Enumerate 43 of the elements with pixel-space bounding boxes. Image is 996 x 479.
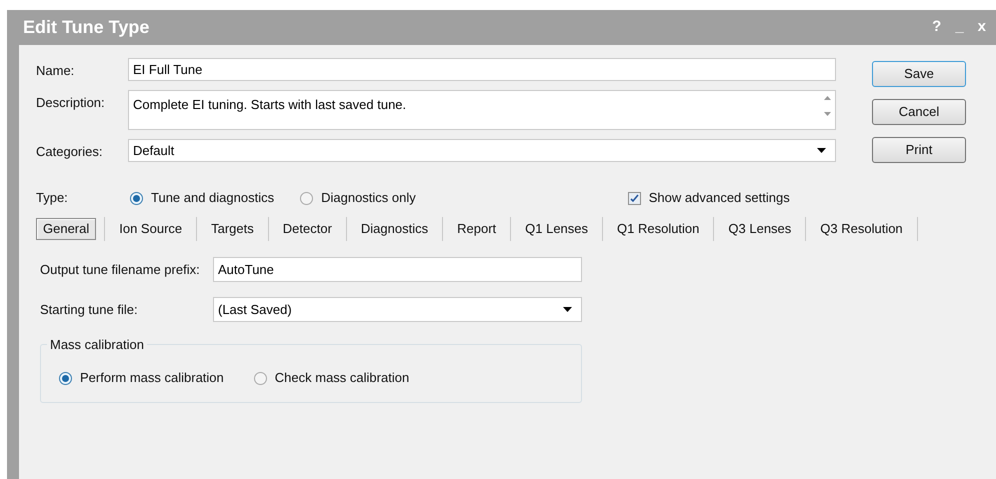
field-value: (Last Saved)	[218, 300, 292, 319]
dropdown-field[interactable]: Default	[128, 139, 836, 162]
field-label: Name:	[36, 62, 76, 80]
dialog-button[interactable]: Cancel	[872, 99, 966, 125]
radio-button[interactable]	[59, 372, 72, 384]
tab[interactable]: Q1 Resolution	[611, 218, 706, 240]
checkbox[interactable]	[628, 192, 641, 204]
field-label: Description:	[36, 94, 106, 112]
tab[interactable]: Report	[451, 218, 502, 240]
dropdown-arrow-icon	[817, 148, 826, 153]
tab[interactable]: Q3 Resolution	[814, 218, 909, 240]
field-label: Categories:	[36, 143, 104, 161]
dialog-button[interactable]: Print	[872, 137, 966, 163]
dropdown-field[interactable]: (Last Saved)	[213, 297, 582, 322]
field-value: AutoTune	[218, 260, 274, 279]
radio-button[interactable]	[130, 192, 143, 204]
tab[interactable]: Targets	[205, 218, 260, 240]
field-value: EI Full Tune	[133, 60, 202, 79]
tab[interactable]: Q3 Lenses	[722, 218, 798, 240]
scroll-arrows-icon	[824, 95, 831, 117]
field-value: Default	[133, 142, 174, 160]
tab[interactable]: General	[36, 218, 96, 240]
radio-button[interactable]	[254, 372, 267, 384]
field-label: Starting tune file:	[40, 300, 139, 319]
tab[interactable]: Diagnostics	[354, 218, 434, 240]
radio-label: Check mass calibration	[274, 369, 410, 388]
dropdown-arrow-icon	[563, 307, 572, 312]
field-value: Complete EI tuning. Starts with last saved tune.	[133, 96, 406, 114]
description-field[interactable]: Complete EI tuning. Starts with last saved tune.	[128, 90, 836, 130]
tab[interactable]: Detector	[276, 218, 338, 240]
tab[interactable]: Q1 Lenses	[519, 218, 594, 240]
window-title: Edit Tune Type	[23, 16, 150, 39]
radio-label: Diagnostics only	[321, 189, 416, 208]
type-label: Type:	[36, 189, 69, 208]
field-label: Output tune filename prefix:	[40, 260, 201, 279]
dialog-button[interactable]: Save	[872, 61, 966, 87]
radio-label: Tune and diagnostics	[151, 189, 274, 208]
text-field[interactable]: EI Full Tune	[128, 58, 836, 81]
checkbox-label: Show advanced settings	[648, 189, 790, 208]
radio-label: Perform mass calibration	[80, 369, 224, 388]
text-field[interactable]: AutoTune	[213, 257, 582, 282]
tab[interactable]: Ion Source	[113, 218, 188, 240]
radio-button[interactable]	[300, 192, 314, 204]
